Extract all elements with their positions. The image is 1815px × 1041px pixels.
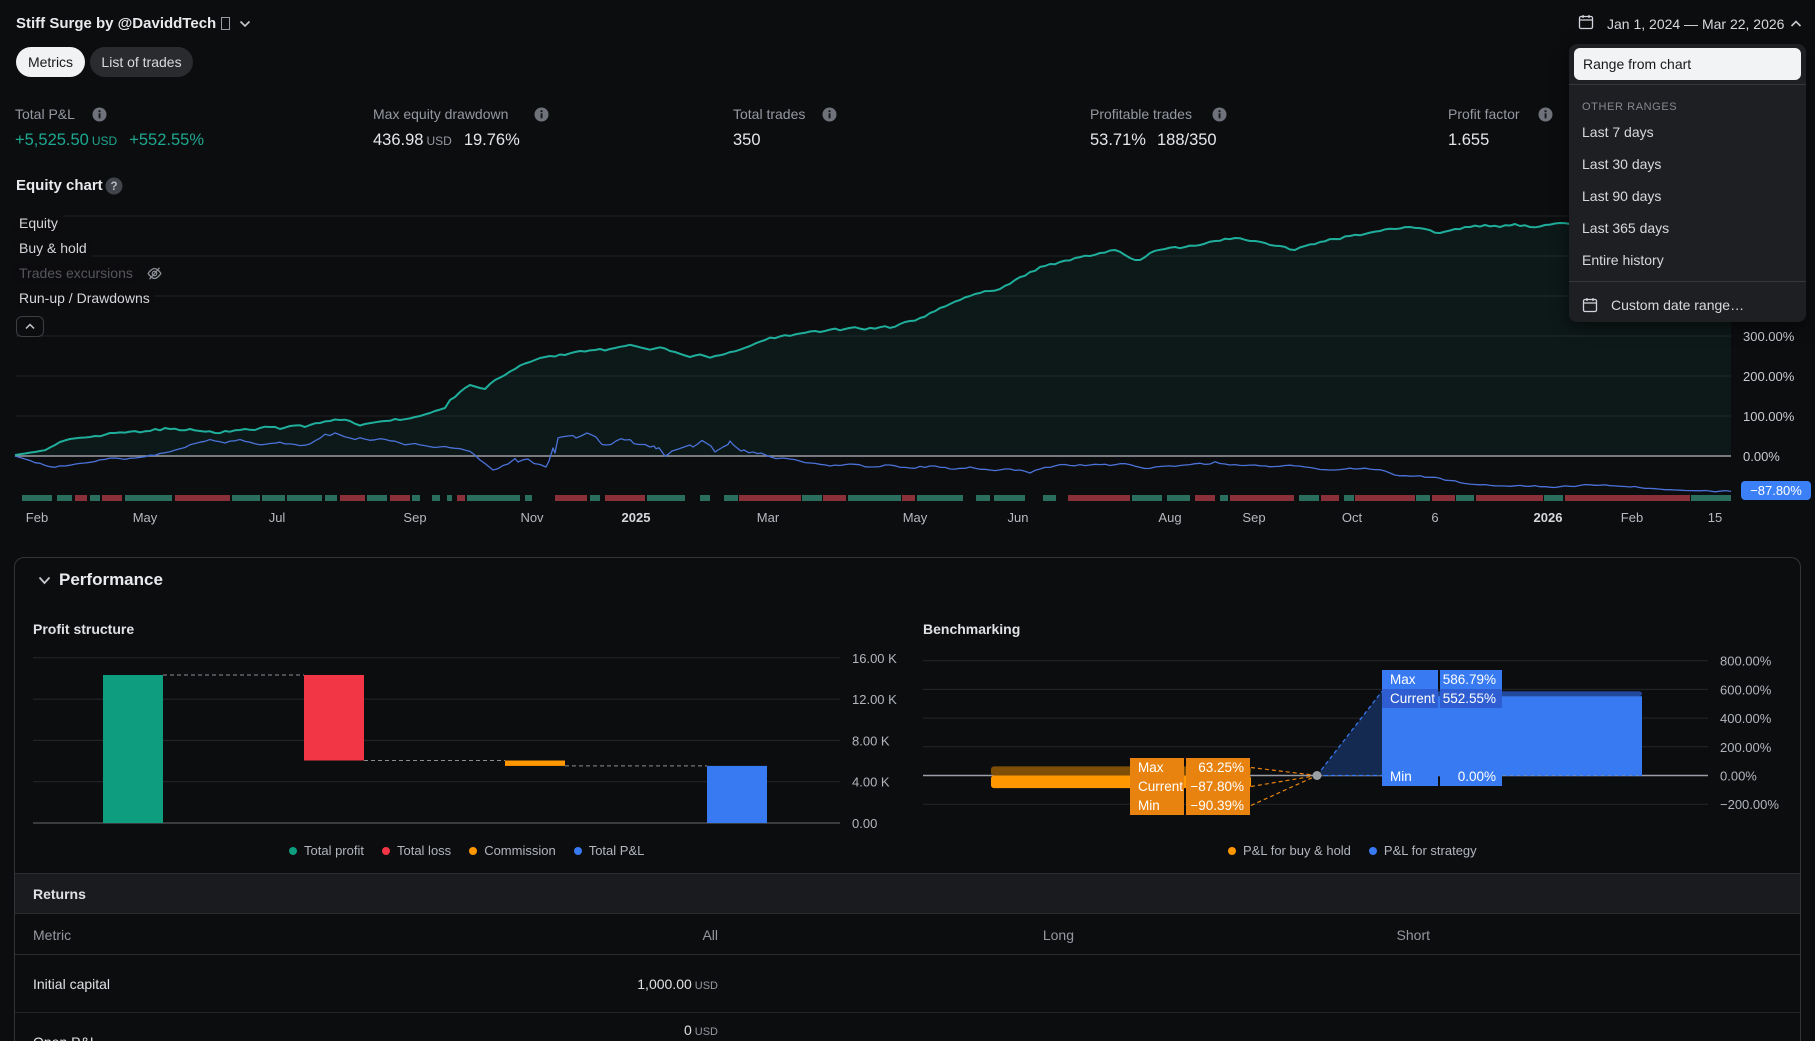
svg-text:Min: Min xyxy=(1390,769,1412,784)
svg-text:Mar: Mar xyxy=(757,510,780,525)
svg-text:2025: 2025 xyxy=(622,510,651,525)
svg-text:200.00%: 200.00% xyxy=(1720,740,1772,755)
svg-text:May: May xyxy=(133,510,158,525)
svg-text:0.00%: 0.00% xyxy=(1458,769,1496,784)
svg-text:Min: Min xyxy=(1138,798,1160,813)
svg-text:6: 6 xyxy=(1431,510,1438,525)
svg-text:100.00%: 100.00% xyxy=(1743,409,1795,424)
svg-text:0.00%: 0.00% xyxy=(1743,449,1780,464)
svg-text:−87.80%: −87.80% xyxy=(1190,779,1244,794)
svg-text:600.00%: 600.00% xyxy=(1720,682,1772,697)
svg-text:−90.39%: −90.39% xyxy=(1190,798,1244,813)
svg-text:Jul: Jul xyxy=(269,510,286,525)
svg-text:800.00%: 800.00% xyxy=(1720,654,1772,669)
svg-text:Sep: Sep xyxy=(403,510,426,525)
svg-text:15: 15 xyxy=(1708,510,1722,525)
svg-text:−87.80%: −87.80% xyxy=(1750,483,1802,498)
svg-text:552.55%: 552.55% xyxy=(1443,691,1496,706)
svg-text:400.00%: 400.00% xyxy=(1720,711,1772,726)
svg-text:Jun: Jun xyxy=(1008,510,1029,525)
svg-text:Feb: Feb xyxy=(1621,510,1643,525)
svg-text:Sep: Sep xyxy=(1242,510,1265,525)
svg-text:Max: Max xyxy=(1390,672,1416,687)
svg-text:Current: Current xyxy=(1390,691,1435,706)
svg-text:Aug: Aug xyxy=(1158,510,1181,525)
svg-text:Current: Current xyxy=(1138,779,1183,794)
svg-text:Oct: Oct xyxy=(1342,510,1363,525)
svg-text:−200.00%: −200.00% xyxy=(1720,797,1779,812)
svg-text:?: ? xyxy=(110,181,117,193)
svg-text:63.25%: 63.25% xyxy=(1198,760,1244,775)
svg-text:May: May xyxy=(903,510,928,525)
svg-text:586.79%: 586.79% xyxy=(1443,672,1496,687)
svg-text:0.00%: 0.00% xyxy=(1720,769,1757,784)
svg-text:2026: 2026 xyxy=(1534,510,1563,525)
svg-text:Nov: Nov xyxy=(520,510,544,525)
svg-text:Max: Max xyxy=(1138,760,1164,775)
svg-text:300.00%: 300.00% xyxy=(1743,329,1795,344)
svg-text:200.00%: 200.00% xyxy=(1743,369,1795,384)
svg-text:Feb: Feb xyxy=(26,510,48,525)
